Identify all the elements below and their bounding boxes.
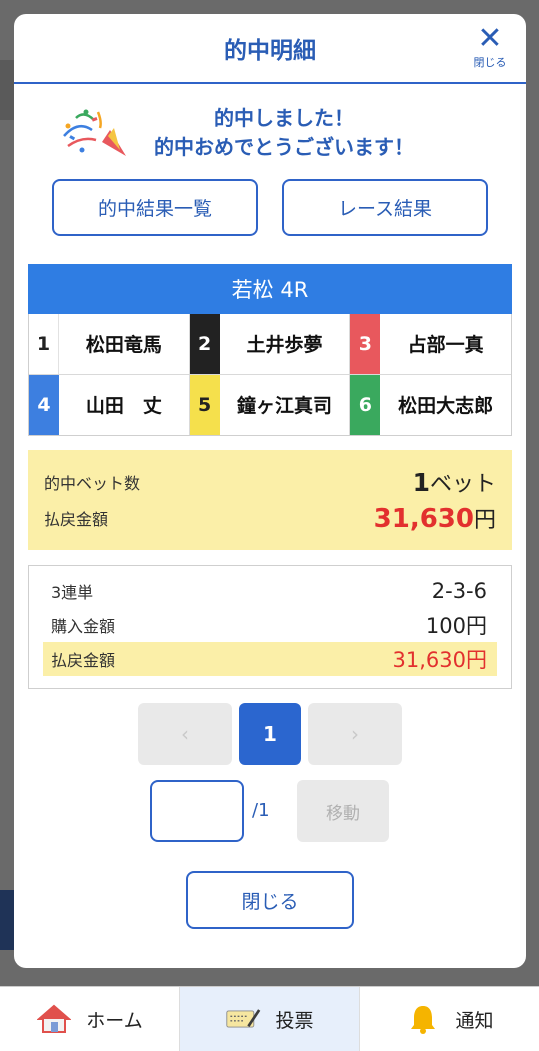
bets-count: 1ベット [413, 466, 496, 498]
close-icon: ✕ [477, 21, 503, 56]
bets-value: 1 [412, 468, 430, 497]
payout-row: 払戻金額 31,630円 [44, 500, 496, 536]
ticket-icon [225, 1003, 261, 1035]
page-number-input[interactable] [150, 780, 244, 842]
detail-payout-label: 払戻金額 [51, 651, 116, 670]
racer-cell: 2 土井歩夢 [189, 314, 351, 375]
racer-cell: 4 山田 丈 [29, 374, 190, 435]
racer-number: 2 [189, 314, 220, 374]
race-result-button[interactable]: レース結果 [282, 179, 488, 236]
party-popper-icon [63, 109, 126, 156]
bell-icon [405, 1003, 441, 1035]
racer-name: 松田大志郎 [398, 395, 494, 418]
nav-notify[interactable]: 通知 [360, 987, 539, 1051]
nav-home[interactable]: ホーム [0, 987, 180, 1051]
page-total: /1 [252, 800, 270, 821]
congrats-text: 的中しました！ 的中おめでとうございます！ [134, 104, 434, 162]
racer-number: 4 [29, 374, 59, 435]
bets-row: 的中ベット数 1ベット [44, 464, 496, 500]
racer-name: 土井歩夢 [246, 334, 323, 357]
backdrop-edge [0, 60, 14, 120]
racer-number: 6 [350, 374, 381, 435]
modal-title: 的中明細 [224, 38, 316, 64]
current-page-button[interactable]: 1 [239, 703, 301, 765]
racer-number: 3 [350, 314, 381, 374]
racer-name: 鐘ヶ江真司 [236, 395, 332, 418]
hit-summary: 的中ベット数 1ベット 払戻金額 31,630円 [28, 450, 512, 550]
payout-value: 31,630 [373, 504, 474, 534]
nav-vote[interactable]: 投票 [180, 987, 360, 1051]
next-page-button[interactable]: › [308, 703, 402, 765]
purchase-label: 購入金額 [51, 617, 116, 636]
bottom-nav: ホーム 投票 通知 [0, 986, 539, 1051]
nav-notify-label: 通知 [455, 1009, 494, 1032]
racer-name: 山田 丈 [85, 395, 162, 418]
racer-number: 5 [189, 374, 220, 435]
congrats-line-2: 的中おめでとうございます！ [154, 135, 414, 159]
race-title: 若松 4R [28, 264, 512, 314]
modal-close-button[interactable]: ✕ 閉じる [468, 24, 512, 70]
bet-type-row: 3連単 2-3-6 [43, 574, 497, 608]
racer-name: 占部一真 [407, 334, 484, 357]
congrats-banner: 的中しました！ 的中おめでとうございます！ [14, 102, 526, 166]
bet-type-label: 3連単 [51, 583, 94, 602]
purchase-value: 100円 [425, 614, 487, 638]
move-button[interactable]: 移動 [297, 780, 389, 842]
racer-name: 松田竜馬 [85, 334, 162, 357]
payout-amount: 31,630円 [374, 502, 496, 534]
backdrop-edge-dark [0, 890, 14, 950]
close-button[interactable]: 閉じる [186, 871, 354, 929]
racer-cell: 6 松田大志郎 [350, 374, 511, 435]
payout-label: 払戻金額 [44, 510, 109, 529]
home-icon [36, 1003, 72, 1035]
hit-list-button[interactable]: 的中結果一覧 [52, 179, 258, 236]
congrats-line-1: 的中しました！ [214, 106, 354, 130]
nav-home-label: ホーム [86, 1009, 143, 1032]
racer-cell: 3 占部一真 [350, 314, 511, 375]
purchase-row: 購入金額 100円 [43, 608, 497, 642]
racer-number: 1 [29, 314, 59, 374]
detail-payout-row: 払戻金額 31,630円 [43, 642, 497, 676]
bet-detail: 3連単 2-3-6 購入金額 100円 払戻金額 31,630円 [28, 565, 512, 689]
bets-label: 的中ベット数 [44, 474, 141, 493]
close-label: 閉じる [473, 56, 507, 69]
nav-vote-label: 投票 [275, 1009, 314, 1032]
hit-detail-modal: 的中明細 ✕ 閉じる 的中しました！ 的中おめでとうございます！ 的中結果一覧 … [14, 14, 526, 968]
prev-page-button[interactable]: ‹ [138, 703, 232, 765]
racer-cell: 5 鐘ヶ江真司 [189, 374, 351, 435]
modal-header: 的中明細 ✕ 閉じる [14, 14, 526, 84]
racer-grid: 1 松田竜馬 2 土井歩夢 3 占部一真 4 山田 丈 5 鐘ヶ江真司 6 松田大志郎 [28, 314, 512, 436]
detail-payout-value: 31,630円 [392, 648, 487, 672]
bet-type-value: 2-3-6 [431, 579, 487, 603]
payout-unit: 円 [473, 508, 496, 533]
bets-unit: ベット [429, 472, 496, 497]
racer-cell: 1 松田竜馬 [29, 314, 190, 375]
